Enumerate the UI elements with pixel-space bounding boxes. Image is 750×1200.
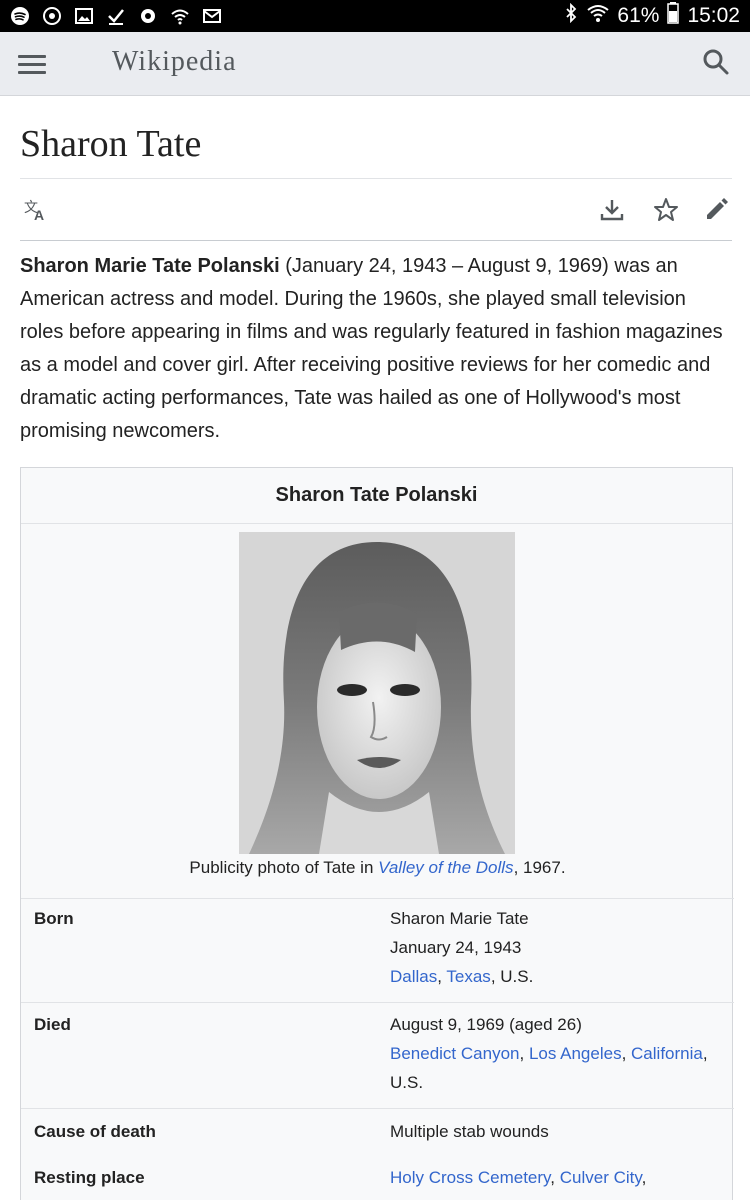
link-culver-city[interactable]: Culver City: [560, 1168, 642, 1187]
link-dallas[interactable]: Dallas: [390, 967, 437, 986]
check-icon: [106, 6, 126, 26]
died-place: Benedict Canyon, Los Angeles, California…: [390, 1044, 708, 1063]
born-place: Dallas, Texas, U.S.: [390, 967, 534, 986]
svg-text:A: A: [34, 207, 44, 223]
link-benedict-canyon[interactable]: Benedict Canyon: [390, 1044, 519, 1063]
born-name: Sharon Marie Tate: [390, 909, 529, 928]
lead-text: (January 24, 1943 – August 9, 1969) was …: [20, 255, 723, 442]
divider: [20, 178, 732, 179]
edit-pencil-icon[interactable]: [700, 194, 732, 226]
link-holy-cross-cemetery[interactable]: Holy Cross Cemetery: [390, 1168, 550, 1187]
bluetooth-icon: [563, 2, 579, 29]
row-label: Born: [34, 909, 74, 928]
language-icon[interactable]: 文A: [20, 194, 52, 226]
divider: [20, 240, 732, 241]
born-country: , U.S.: [490, 967, 534, 986]
mail-icon: [202, 6, 222, 26]
lead-bold-name: Sharon Marie Tate Polanski: [20, 255, 280, 277]
star-icon[interactable]: [650, 194, 682, 226]
row-label: Cause of death: [34, 1122, 156, 1141]
row-value: Holy Cross Cemetery, Culver City,: [390, 1168, 647, 1187]
row-value: Sharon Marie Tate January 24, 1943 Dalla…: [390, 904, 533, 991]
wifi-icon: [170, 6, 190, 26]
lead-paragraph: Sharon Marie Tate Polanski (January 24, …: [20, 250, 732, 448]
download-icon[interactable]: [596, 194, 628, 226]
link-los-angeles[interactable]: Los Angeles: [529, 1044, 622, 1063]
wifi-signal-icon: [587, 3, 610, 29]
died-country: U.S.: [390, 1073, 424, 1092]
infobox-row-cause: Cause of death Multiple stab wounds: [21, 1108, 734, 1156]
disc-icon: [42, 6, 62, 26]
search-icon[interactable]: [700, 46, 732, 78]
page-actions: 文A: [20, 182, 732, 238]
notification-icons: [10, 0, 222, 32]
infobox: Sharon Tate Polanski Publicity photo of …: [20, 467, 734, 1200]
image-caption: Publicity photo of Tate in Valley of the…: [21, 858, 734, 878]
image-icon: [74, 6, 94, 26]
header: Wikipedia: [0, 32, 750, 96]
spotify-icon: [10, 6, 30, 26]
battery-icon: [667, 2, 680, 30]
clock: 15:02: [687, 4, 740, 27]
link-texas[interactable]: Texas: [446, 967, 490, 986]
status-bar: 61% 15:02: [0, 0, 750, 32]
system-status: 61% 15:02: [563, 0, 740, 32]
caption-text: , 1967.: [513, 858, 566, 877]
infobox-row-died: Died August 9, 1969 (aged 26) Benedict C…: [21, 1002, 734, 1108]
row-label: Died: [34, 1015, 71, 1034]
row-value: Multiple stab wounds: [390, 1122, 549, 1141]
battery-percent: 61%: [617, 4, 660, 27]
gear-icon: [138, 6, 158, 26]
row-value: August 9, 1969 (aged 26) Benedict Canyon…: [390, 1010, 730, 1097]
infobox-row-resting: Resting place Holy Cross Cemetery, Culve…: [21, 1156, 734, 1200]
caption-link[interactable]: Valley of the Dolls: [378, 858, 513, 877]
infobox-title: Sharon Tate Polanski: [21, 468, 732, 524]
born-date: January 24, 1943: [390, 938, 522, 957]
portrait-photo[interactable]: [239, 532, 515, 854]
died-date: August 9, 1969 (aged 26): [390, 1015, 582, 1034]
row-label: Resting place: [34, 1168, 145, 1187]
link-california[interactable]: California: [631, 1044, 703, 1063]
caption-text: Publicity photo of Tate in: [189, 858, 379, 877]
page-title: Sharon Tate: [20, 123, 202, 165]
wikipedia-wordmark[interactable]: Wikipedia: [112, 46, 237, 78]
infobox-row-born: Born Sharon Marie Tate January 24, 1943 …: [21, 898, 734, 1002]
hamburger-menu-icon[interactable]: [18, 50, 46, 78]
